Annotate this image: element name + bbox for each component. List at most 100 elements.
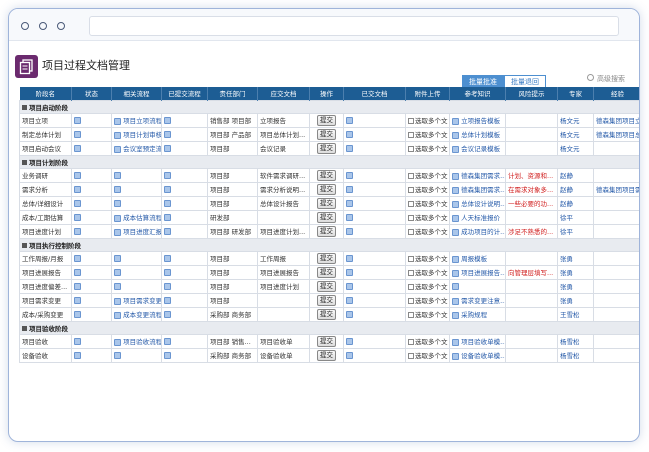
submit-button[interactable]: 提交 [317, 211, 336, 223]
submitted-flow-icon[interactable] [164, 171, 171, 179]
select-files-link[interactable]: 选取多个文 [415, 131, 448, 139]
reference-knowledge-link[interactable]: 设备验收单模... [461, 352, 504, 360]
column-header[interactable]: 相关流程 [111, 87, 162, 100]
risk-hint[interactable]: 一些必要的功... [508, 200, 553, 208]
knowledge-icon[interactable] [452, 186, 459, 194]
submitted-flow-icon[interactable] [164, 227, 171, 235]
submitted-flow-icon[interactable] [164, 351, 171, 359]
submitted-doc-icon[interactable] [346, 130, 353, 138]
flow-search-icon[interactable] [114, 131, 121, 139]
reference-knowledge-link[interactable]: 项目验收单模... [461, 338, 504, 346]
reference-knowledge-link[interactable]: 德森集团需求... [461, 186, 504, 194]
attach-checkbox[interactable] [408, 269, 414, 276]
related-flow-link[interactable]: 项目验收流程 [123, 338, 160, 346]
reference-knowledge-link[interactable]: 项目进展报告... [461, 269, 504, 277]
column-header[interactable]: 状态 [71, 87, 112, 100]
experience-link[interactable]: 德森集团项目需求分 [596, 186, 639, 194]
submitted-doc-icon[interactable] [346, 351, 353, 359]
attach-checkbox[interactable] [408, 172, 414, 179]
flow-search-icon[interactable] [114, 254, 121, 262]
flow-search-icon[interactable] [114, 214, 121, 222]
status-search-icon[interactable] [74, 296, 81, 304]
select-files-link[interactable]: 选取多个文 [415, 228, 448, 236]
reference-knowledge-link[interactable]: 周报模板 [461, 255, 487, 263]
select-files-link[interactable]: 选取多个文 [415, 255, 448, 263]
submitted-flow-icon[interactable] [164, 296, 171, 304]
advanced-search-link[interactable]: 高级搜索 [587, 74, 625, 84]
reference-knowledge-link[interactable]: 需求变更注意... [461, 297, 504, 305]
knowledge-icon[interactable] [452, 269, 459, 277]
select-files-link[interactable]: 选取多个文 [415, 200, 448, 208]
expand-icon[interactable] [22, 104, 27, 110]
status-search-icon[interactable] [74, 213, 81, 221]
select-files-link[interactable]: 选取多个文 [415, 214, 448, 222]
expert-name[interactable]: 张勇 [560, 269, 573, 277]
submit-button[interactable]: 提交 [317, 197, 336, 209]
flow-search-icon[interactable] [114, 351, 121, 359]
expert-name[interactable]: 杨雪松 [560, 338, 580, 346]
flow-search-icon[interactable] [114, 228, 121, 236]
expert-name[interactable]: 张勇 [560, 283, 573, 291]
status-search-icon[interactable] [74, 116, 81, 124]
submitted-doc-icon[interactable] [346, 171, 353, 179]
attach-checkbox[interactable] [408, 338, 414, 345]
submit-button[interactable]: 提交 [317, 252, 336, 264]
submit-button[interactable]: 提交 [317, 266, 336, 278]
knowledge-icon[interactable] [452, 214, 459, 222]
column-header[interactable]: 阶段名 [19, 87, 72, 100]
expert-name[interactable]: 徐平 [560, 228, 573, 236]
submit-button[interactable]: 提交 [317, 308, 336, 320]
flow-search-icon[interactable] [114, 145, 121, 153]
risk-hint[interactable]: 向管理层填写... [508, 269, 553, 277]
submit-button[interactable]: 提交 [317, 128, 336, 140]
reference-knowledge-link[interactable]: 德森集团需求... [461, 172, 504, 180]
reference-knowledge-link[interactable]: 会议记录模板 [461, 145, 500, 153]
submit-button[interactable]: 提交 [317, 294, 336, 306]
select-files-link[interactable]: 选取多个文 [415, 145, 448, 153]
status-search-icon[interactable] [74, 310, 81, 318]
submitted-flow-icon[interactable] [164, 310, 171, 318]
submitted-doc-icon[interactable] [346, 254, 353, 262]
status-search-icon[interactable] [74, 227, 81, 235]
select-files-link[interactable]: 选取多个文 [415, 338, 448, 346]
column-header[interactable]: 专家 [557, 87, 594, 100]
knowledge-icon[interactable] [452, 255, 459, 263]
flow-search-icon[interactable] [114, 338, 121, 346]
reference-knowledge-link[interactable]: 人天标准报价 [461, 214, 500, 222]
risk-hint[interactable]: 计划、资源和... [508, 172, 553, 180]
expand-icon[interactable] [22, 242, 27, 248]
attach-checkbox[interactable] [408, 145, 414, 152]
related-flow-link[interactable]: 项目进度汇报... [123, 228, 160, 236]
knowledge-icon[interactable] [452, 131, 459, 139]
submitted-doc-icon[interactable] [346, 296, 353, 304]
knowledge-icon[interactable] [452, 228, 459, 236]
submitted-flow-icon[interactable] [164, 116, 171, 124]
submit-button[interactable]: 提交 [317, 335, 336, 347]
knowledge-icon[interactable] [452, 352, 459, 360]
phase-row[interactable]: 项目计划阶段 [19, 154, 639, 169]
risk-hint[interactable]: 涉足不熟悉的... [508, 228, 553, 236]
related-flow-link[interactable]: 会议室预定流... [123, 145, 160, 153]
phase-row[interactable]: 项目执行控制阶段 [19, 237, 639, 252]
expert-name[interactable]: 杨文元 [560, 131, 580, 139]
column-header[interactable]: 附件上传 [405, 87, 450, 100]
submitted-doc-icon[interactable] [346, 199, 353, 207]
submitted-doc-icon[interactable] [346, 268, 353, 276]
related-flow-link[interactable]: 项目计划审核... [123, 131, 160, 139]
close-dot-icon[interactable] [21, 22, 29, 30]
column-header[interactable]: 责任部门 [207, 87, 258, 100]
expert-name[interactable]: 张勇 [560, 297, 573, 305]
expert-name[interactable]: 杨雪松 [560, 352, 580, 360]
flow-search-icon[interactable] [114, 185, 121, 193]
submitted-doc-icon[interactable] [346, 213, 353, 221]
submitted-doc-icon[interactable] [346, 227, 353, 235]
flow-search-icon[interactable] [114, 297, 121, 305]
knowledge-icon[interactable] [452, 117, 459, 125]
phase-row[interactable]: 项目启动阶段 [19, 99, 639, 114]
attach-checkbox[interactable] [408, 214, 414, 221]
attach-checkbox[interactable] [408, 228, 414, 235]
maximize-dot-icon[interactable] [57, 22, 65, 30]
knowledge-icon[interactable] [452, 338, 459, 346]
submit-button[interactable]: 提交 [317, 142, 336, 154]
submitted-doc-icon[interactable] [346, 116, 353, 124]
